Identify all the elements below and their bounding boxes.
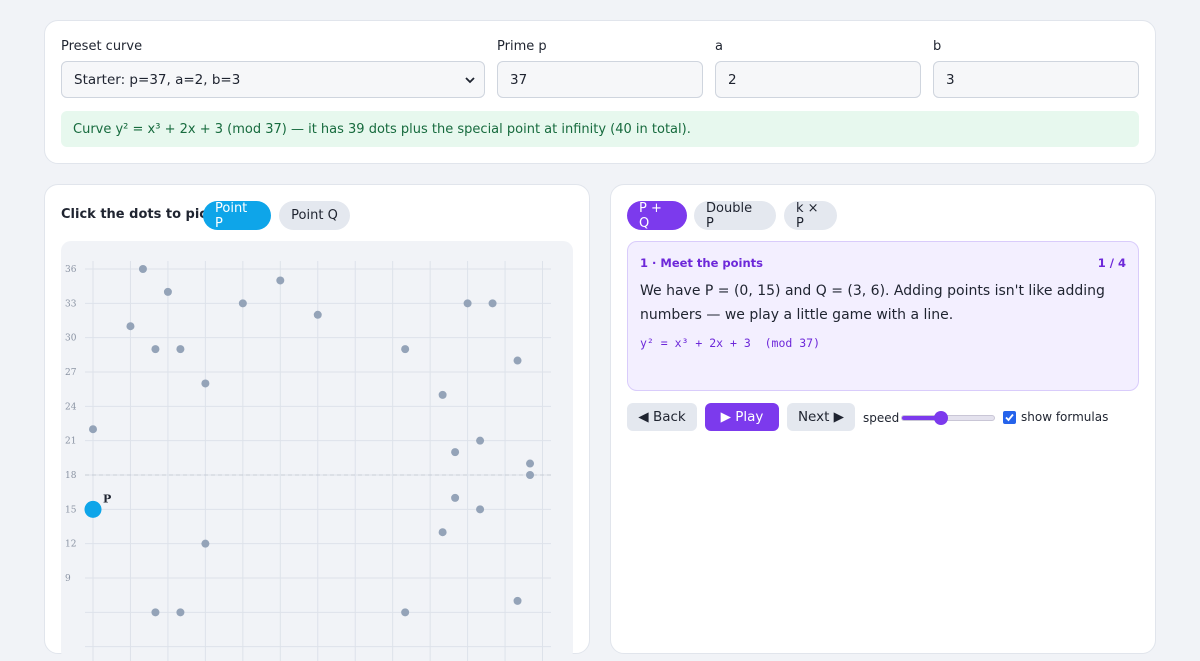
prime-input-value: 37 xyxy=(510,71,528,88)
curve-point[interactable] xyxy=(176,608,185,617)
curve-point[interactable] xyxy=(438,390,447,399)
a-input-value: 2 xyxy=(728,71,737,88)
b-input-value: 3 xyxy=(946,71,955,88)
y-tick-label: 36 xyxy=(65,265,77,275)
point-p-toggle[interactable]: Point P xyxy=(203,200,271,231)
speed-slider[interactable] xyxy=(901,411,995,425)
tab-add[interactable]: P + Q xyxy=(627,200,687,231)
curve-point[interactable] xyxy=(201,539,210,548)
curve-point[interactable] xyxy=(438,528,447,537)
curve-point[interactable] xyxy=(526,459,535,468)
curve-point[interactable] xyxy=(401,608,410,617)
curve-point[interactable] xyxy=(476,505,485,514)
curve-plot-svg[interactable]: 36 33 30 27 24 21 18 15 12 9 P xyxy=(61,241,573,661)
preset-select-value: Starter: p=37, a=2, b=3 xyxy=(74,71,241,88)
step-title: 1 · Meet the points xyxy=(640,256,764,270)
curve-point[interactable] xyxy=(138,265,147,273)
prime-input[interactable]: 37 xyxy=(497,61,703,98)
play-button-label: ▶ Play xyxy=(720,409,764,425)
curve-point[interactable] xyxy=(201,379,210,388)
y-tick-label: 12 xyxy=(65,540,76,550)
speed-label: speed xyxy=(863,411,900,425)
y-tick-label: 24 xyxy=(65,402,77,412)
back-button-label: ◀ Back xyxy=(638,409,686,425)
curve-point[interactable] xyxy=(276,276,285,285)
pick-label: Click the dots to pick: xyxy=(61,207,221,222)
curve-point[interactable] xyxy=(163,287,172,296)
a-input[interactable]: 2 xyxy=(715,61,921,98)
curve-point[interactable] xyxy=(89,425,97,434)
b-input[interactable]: 3 xyxy=(933,61,1139,98)
y-tick-label: 18 xyxy=(65,471,77,481)
y-tick-label: 30 xyxy=(65,334,77,344)
show-formulas-checkbox[interactable] xyxy=(1003,411,1016,424)
curve-point[interactable] xyxy=(238,299,247,308)
next-button-label: Next ▶ xyxy=(797,409,845,425)
curve-point[interactable] xyxy=(401,345,410,354)
curve-point[interactable] xyxy=(463,299,472,308)
operation-card: P + Q Double P k × P 1 · Meet the points… xyxy=(610,184,1156,654)
play-button[interactable]: ▶ Play xyxy=(705,403,779,431)
preset-label: Preset curve xyxy=(61,39,143,54)
a-label: a xyxy=(715,39,723,54)
curve-point[interactable] xyxy=(126,322,135,331)
step-formula: y² = x³ + 2x + 3 (mod 37) xyxy=(640,336,821,350)
curve-point[interactable] xyxy=(513,356,522,365)
selected-point-label: P xyxy=(103,492,111,505)
prime-label: Prime p xyxy=(497,39,547,54)
point-q-label: Point Q xyxy=(291,208,338,223)
curve-point[interactable] xyxy=(488,299,497,308)
selected-point-p[interactable] xyxy=(84,500,102,518)
curve-info-banner: Curve y² = x³ + 2x + 3 (mod 37) — it has… xyxy=(61,111,1139,147)
back-button[interactable]: ◀ Back xyxy=(627,403,697,431)
tab-multiply[interactable]: k × P xyxy=(784,200,837,231)
curve-info-text: Curve y² = x³ + 2x + 3 (mod 37) — it has… xyxy=(73,121,691,137)
speed-slider-thumb[interactable] xyxy=(934,411,949,425)
curve-point[interactable] xyxy=(151,608,160,617)
curve-point[interactable] xyxy=(451,493,460,502)
step-text: We have P = (0, 15) and Q = (3, 6). Addi… xyxy=(640,283,1105,323)
y-tick-label: 15 xyxy=(65,505,77,515)
point-p-label: Point P xyxy=(215,200,248,231)
tab-double[interactable]: Double P xyxy=(694,200,776,231)
chevron-down-icon xyxy=(465,77,475,84)
tab-multiply-label: k × P xyxy=(796,200,819,231)
curve-plot[interactable]: 36 33 30 27 24 21 18 15 12 9 P xyxy=(61,241,573,661)
curve-point[interactable] xyxy=(176,345,185,354)
curve-point[interactable] xyxy=(151,345,160,354)
y-tick-label: 33 xyxy=(65,299,77,309)
checkmark-icon xyxy=(1005,413,1014,422)
step-counter: 1 / 4 xyxy=(1097,256,1126,270)
step-explanation: 1 · Meet the points 1 / 4 We have P = (0… xyxy=(627,241,1139,391)
curve-point[interactable] xyxy=(313,310,322,319)
point-q-toggle[interactable]: Point Q xyxy=(279,201,350,230)
y-tick-label: 21 xyxy=(65,437,76,447)
y-tick-label: 27 xyxy=(65,368,77,378)
b-label: b xyxy=(933,39,942,54)
curve-point[interactable] xyxy=(513,596,522,605)
show-formulas-label: show formulas xyxy=(1021,410,1109,424)
curve-settings-card: Preset curve Starter: p=37, a=2, b=3 Pri… xyxy=(44,20,1156,164)
preset-select[interactable]: Starter: p=37, a=2, b=3 xyxy=(61,61,485,98)
curve-point[interactable] xyxy=(451,448,460,457)
y-tick-label: 9 xyxy=(65,574,71,584)
curve-point[interactable] xyxy=(476,436,485,445)
tab-add-label: P + Q xyxy=(639,200,662,231)
plot-card: Click the dots to pick: Point P Point Q … xyxy=(44,184,590,661)
curve-point[interactable] xyxy=(526,471,535,479)
next-button[interactable]: Next ▶ xyxy=(787,403,855,431)
tab-double-label: Double P xyxy=(706,200,753,231)
